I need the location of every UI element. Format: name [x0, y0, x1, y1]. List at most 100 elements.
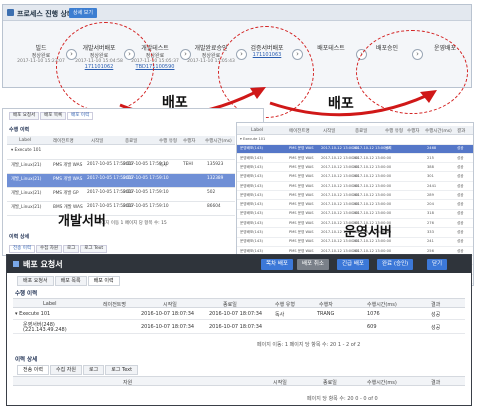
bottom-section2-title: 이력 상세	[15, 357, 38, 363]
rcol-end: 종료일	[355, 129, 368, 134]
bcol-user: 수행자	[319, 302, 333, 308]
table-row[interactable]: 운영배포(143)PMS 운영 WAS2017-10-12 13:00:0020…	[237, 164, 473, 173]
col-user: 수행자	[183, 139, 196, 144]
tab-log-text[interactable]: 로그 Text	[80, 245, 108, 253]
col-agent: 레이전트명	[53, 139, 74, 144]
table-row[interactable]: 운영서버(248) (221.143.49.248) 2016-10-07 18…	[13, 320, 465, 334]
cell-label: 운영배포(143)	[240, 192, 263, 197]
btab-request[interactable]: 배포 요청서	[17, 276, 54, 286]
tab-request[interactable]: 배포 요청서	[9, 112, 40, 120]
bcol-end: 종료일	[223, 302, 237, 308]
btab-log[interactable]: 로그	[83, 365, 105, 375]
cell-agent: PMS 운영 WAS	[289, 220, 314, 225]
table-row[interactable]: 운영배포(143)PMS 운영 WAS2017-10-12 13:00:0020…	[237, 192, 473, 201]
btab-log-text[interactable]: 로그 Text	[105, 365, 139, 375]
dcol-end: 종료일	[323, 380, 337, 386]
cell-time: 276	[427, 220, 434, 225]
cell-end: 2017-10-12 13:00:00	[353, 164, 392, 169]
table-row[interactable]: 운영배포(143)PMS 운영 WAS2017-10-12 13:00:0020…	[237, 155, 473, 164]
cell-time: 132389	[207, 176, 224, 181]
bottom-pager-2[interactable]: 페이지 당 항목 수: 20 0 - 0 of 0	[307, 395, 378, 402]
cell-end: 2017-10-05 17:59:10	[123, 190, 169, 195]
btab-transfer[interactable]: 전송 이력	[17, 365, 49, 375]
cell-agent: PMS 운영 WAS	[289, 164, 314, 169]
table-row[interactable]: 운영배포(143)PMS 운영 WAS2017-10-12 13:00:0020…	[237, 173, 473, 182]
cell-result: 성공	[457, 192, 464, 197]
cell-time: 388	[427, 164, 434, 169]
cell-end: 2017-10-12 13:00:00	[353, 192, 392, 197]
stage-name: 배포테스트	[317, 45, 345, 52]
cell-label: ▾ Execute 101	[11, 148, 42, 153]
cell-label: 운영배포(143)	[240, 230, 263, 234]
cell-time: 135923	[207, 162, 224, 167]
cell-time: 86604	[207, 204, 221, 209]
cell-end: 2017-10-12 13:00:00	[353, 183, 392, 188]
cell-result: 성공	[457, 211, 464, 216]
col-end: 종료일	[125, 139, 138, 144]
row-end: 2016-10-07 18:07:34	[209, 324, 263, 330]
cancel-deploy-button[interactable]: 배포 취소	[297, 259, 329, 270]
tab-history[interactable]: 배포 이력	[67, 112, 94, 120]
btab-history[interactable]: 배포 이력	[87, 276, 120, 286]
dcol-time: 수행시간(ms)	[367, 380, 397, 386]
tab-log[interactable]: 로그	[63, 245, 80, 253]
dev-server-label: 개발서버	[58, 214, 106, 229]
table-row[interactable]: 개발_Linux(21) PMS 개발 WAS 2017-10-05 17:59:1…	[7, 160, 235, 174]
tab-collect[interactable]: 수집 자원	[36, 245, 62, 253]
close-button[interactable]: 닫기	[427, 259, 448, 270]
cell-agent: PMS 운영 WAS	[289, 202, 314, 207]
btab-collect[interactable]: 수집 자원	[50, 365, 82, 375]
tab-list[interactable]: 배포 목록	[40, 112, 67, 120]
cell-agent: PMS 운영 WAS	[289, 183, 314, 188]
cell-agent: PMS 운영 WAS	[289, 146, 314, 151]
cell-end: 2017-10-12 13:00:00	[353, 211, 392, 216]
cell-result: 성공	[457, 220, 464, 225]
cell-time: 318	[427, 211, 434, 216]
detail-view-button[interactable]: 상세 보기	[69, 8, 97, 18]
bcol-agent: 레이전트명	[103, 302, 127, 308]
cell-user: TEHI	[183, 162, 193, 167]
cell-end: 2017-10-05 17:59:10	[123, 176, 169, 181]
table-row[interactable]: 개발_Linux(21) BMS 개발 WAS 2017-10-05 17:59:1…	[7, 202, 235, 216]
cell-type: 동기	[385, 146, 392, 151]
cell-label: 운영배포(143)	[240, 239, 263, 244]
cell-type: 독사	[159, 163, 167, 168]
urgent-deploy-button[interactable]: 긴급 배포	[337, 259, 369, 270]
btab-list[interactable]: 배포 목록	[54, 276, 87, 286]
left-pager[interactable]: 페이지 이동 1 페이지 당 항목 수: 15	[97, 220, 167, 226]
table-row[interactable]: 운영배포(143)PMS 운영 WAS2017-10-12 13:00:0020…	[237, 210, 473, 219]
rcol-start: 시작일	[323, 129, 336, 134]
row-label-ip: (221.143.49.248)	[23, 327, 67, 333]
cell-label: 운영배포(143)	[240, 146, 263, 151]
deploy-button[interactable]: 목차 배포	[261, 259, 293, 270]
cell-time: 2468	[427, 146, 437, 151]
bottom-section1-title: 수행 이력	[15, 291, 38, 297]
table-row[interactable]: 운영배포(143)PMS 운영 WAS2017-10-12 13:00:0020…	[237, 183, 473, 191]
table-row[interactable]: ▾ Execute 101 2016-10-07 18:07:34 2016-1…	[13, 309, 465, 320]
bottom-detail-tabs: 전송 이력 수집 자원 로그 로그 Text	[17, 365, 139, 375]
bcol-result: 결과	[431, 302, 441, 308]
rcol-type: 수행 유형	[385, 129, 403, 134]
rcol-label: Label	[251, 128, 264, 133]
row-label: ▾ Execute 101	[15, 311, 51, 317]
bcol-label: Label	[43, 301, 57, 307]
bottom-detail-header: 자원 시작일 종료일 수행시간(ms) 결과	[13, 376, 465, 386]
tab-transfer[interactable]: 전송 이력	[9, 245, 35, 253]
table-row[interactable]: 개발_Linux(21) PMS 개발 GP 2017-10-05 17:59:10…	[7, 188, 235, 202]
cell-label: 운영배포(143)	[240, 248, 263, 253]
col-label: Label	[19, 138, 32, 143]
table-row[interactable]: 개발_Linux(21) PMS 개발 WAS 2017-10-05 17:59:1…	[7, 174, 235, 188]
complete-approve-button[interactable]: 완료 (승인)	[377, 259, 414, 270]
table-row[interactable]: ▾ Execute 101	[237, 136, 473, 145]
cell-time: 256	[427, 248, 434, 253]
cell-agent: PMS 운영 WAS	[289, 192, 314, 197]
table-row[interactable]: 운영배포(143)PMS 운영 WAS2017-10-12 13:00:0020…	[237, 201, 473, 210]
bottom-pager-1[interactable]: 페이지 이동: 1 페이지 당 항목 수: 20 1 - 2 of 2	[257, 341, 360, 348]
bottom-grid-header: Label 레이전트명 시작일 종료일 수행 유형 수행자 수행시간(ms) 결…	[13, 298, 465, 308]
cell-result: 성공	[457, 164, 464, 169]
table-row[interactable]: 운영배포(143)PMS 운영 WAS2017-10-12 13:00:0020…	[237, 145, 473, 154]
cell-result: 성공	[457, 230, 464, 234]
table-row[interactable]: ▾ Execute 101	[7, 146, 235, 160]
cell-label: 운영배포(143)	[240, 164, 263, 169]
prod-server-label: 운영서버	[344, 225, 392, 240]
